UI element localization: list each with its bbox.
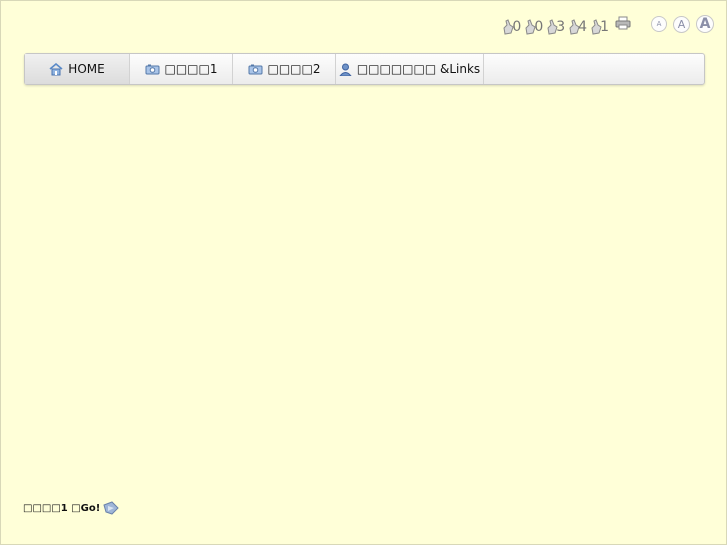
main-nav: HOME □□□□1 □□□□2 □□□□□□□ &Links	[24, 53, 705, 85]
print-button[interactable]	[615, 15, 631, 34]
counter-2[interactable]: 0	[524, 13, 543, 35]
counter-1[interactable]: 0	[502, 13, 521, 35]
camera-icon	[145, 64, 159, 74]
counter-value: 1	[600, 19, 609, 35]
top-toolbar: 0 0 3 4 1 A A A	[499, 13, 714, 35]
counter-value: 4	[578, 19, 588, 35]
font-size-small-button[interactable]: A	[651, 16, 667, 32]
go-arrow-icon[interactable]	[103, 501, 120, 515]
counter-value: 3	[556, 19, 566, 35]
font-size-large-button[interactable]: A	[696, 15, 714, 33]
counter-value: 0	[534, 19, 544, 35]
nav-item-album-2[interactable]: □□□□2	[233, 54, 336, 84]
user-icon	[339, 63, 352, 76]
font-size-medium-button[interactable]: A	[673, 15, 690, 33]
nav-item-label: HOME	[68, 62, 105, 76]
nav-item-label: □□□□2	[267, 62, 321, 76]
printer-icon	[615, 16, 631, 29]
footer-go-link[interactable]: □□□□1 □Go!	[23, 503, 100, 514]
nav-item-label: □□□□1	[164, 62, 218, 76]
home-icon	[49, 62, 63, 75]
counter-3[interactable]: 3	[546, 13, 565, 35]
counter-5[interactable]: 1	[590, 13, 609, 35]
nav-item-profile-links[interactable]: □□□□□□□ &Links	[336, 54, 484, 84]
counter-4[interactable]: 4	[568, 13, 587, 35]
camera-icon	[248, 64, 262, 74]
nav-item-label: □□□□□□□ &Links	[356, 62, 481, 76]
footer: □□□□1 □Go!	[23, 501, 120, 515]
counter-value: 0	[512, 19, 522, 35]
nav-item-album-1[interactable]: □□□□1	[130, 54, 233, 84]
nav-item-home[interactable]: HOME	[25, 54, 130, 84]
